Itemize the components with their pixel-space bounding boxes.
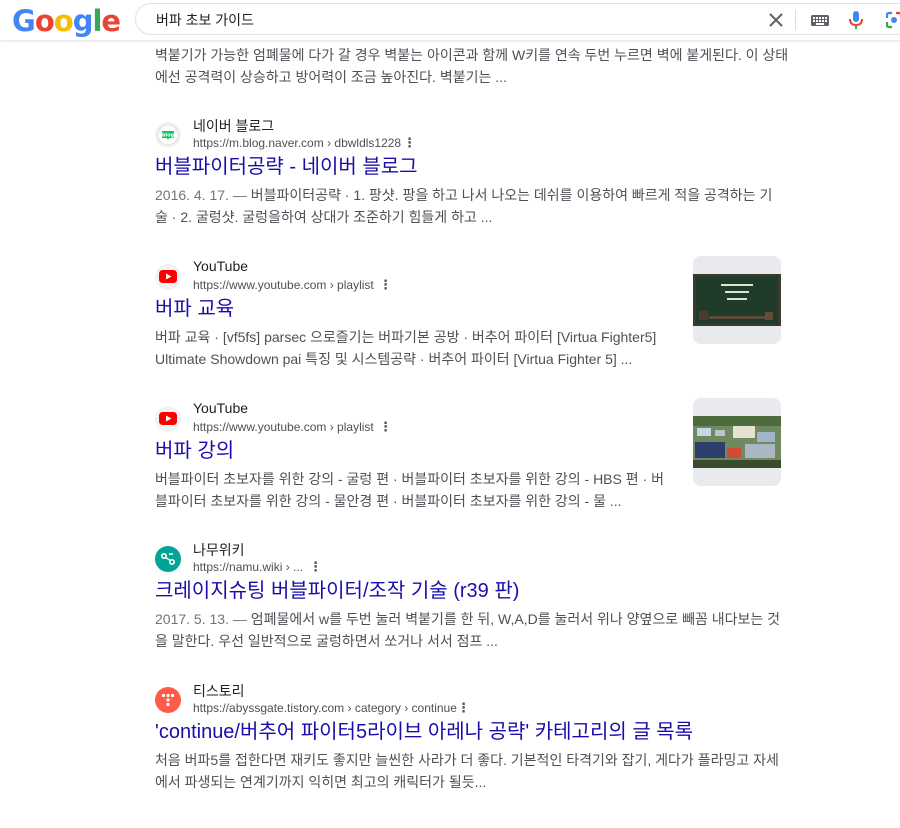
result-title[interactable]: 버파 강의 <box>155 438 234 464</box>
site-name[interactable]: YouTube <box>193 400 248 416</box>
result-date: 2016. 4. 17. — <box>155 187 251 203</box>
more-options-icon[interactable]: ⋮ <box>379 420 392 434</box>
logo-letter-g2: g <box>72 4 94 38</box>
site-url[interactable]: https://namu.wiki › ... <box>193 560 303 574</box>
logo-letter-o2: o <box>53 4 74 38</box>
google-logo[interactable]: Google <box>12 4 121 38</box>
lens-icon[interactable] <box>884 10 900 30</box>
search-divider <box>795 10 796 30</box>
logo-letter-o1: o <box>34 4 55 38</box>
result-date: 2017. 5. 13. — <box>155 611 251 627</box>
youtube-icon <box>155 264 181 290</box>
site-url[interactable]: https://www.youtube.com › playlist <box>193 420 374 434</box>
site-url[interactable]: https://www.youtube.com › playlist <box>193 278 374 292</box>
site-url[interactable]: https://m.blog.naver.com › dbwldls1228 <box>193 136 401 150</box>
search-result: blog 네이버 블로그 https://m.blog.naver.com › … <box>155 116 795 226</box>
search-input[interactable] <box>156 10 716 30</box>
result-title[interactable]: 버블파이터공략 - 네이버 블로그 <box>155 154 418 180</box>
video-thumbnail[interactable] <box>693 256 781 344</box>
result-title[interactable]: 크레이지슈팅 버블파이터/조작 기술 (r39 판) <box>155 578 519 604</box>
video-thumbnail[interactable] <box>693 398 781 486</box>
result-snippet: 처음 버파5를 접한다면 재키도 좋지만 늘씬한 사라가 더 좋다. 기본적인 … <box>155 752 779 790</box>
keyboard-icon[interactable] <box>810 10 830 30</box>
search-box <box>135 3 900 35</box>
result-title[interactable]: 'continue/버추어 파이터5라이브 아레나 공략' 카테고리의 글 목록 <box>155 719 693 745</box>
more-options-icon[interactable]: ⋮ <box>457 701 470 715</box>
more-options-icon[interactable]: ⋮ <box>403 136 416 150</box>
site-name[interactable]: YouTube <box>193 258 248 274</box>
more-options-icon[interactable]: ⋮ <box>379 278 392 292</box>
mic-icon[interactable] <box>846 10 866 30</box>
site-url[interactable]: https://abyssgate.tistory.com › category… <box>193 701 457 715</box>
namu-wiki-icon <box>155 546 181 572</box>
search-result: 티스토리 https://abyssgate.tistory.com › cat… <box>155 681 795 793</box>
logo-letter-g: G <box>12 4 36 38</box>
logo-letter-e: e <box>101 4 121 38</box>
youtube-icon <box>155 406 181 432</box>
more-options-icon[interactable]: ⋮ <box>309 560 322 574</box>
site-name[interactable]: 네이버 블로그 <box>193 116 274 136</box>
site-name[interactable]: 나무위키 <box>193 540 245 560</box>
result-snippet: 2017. 5. 13. — 엄폐물에서 w를 두번 눌러 벽붙기를 한 뒤, … <box>155 608 785 652</box>
result-snippet: 버블파이터 초보자를 위한 강의 - 굴렁 편 · 버블파이터 초보자를 위한 … <box>155 471 664 509</box>
top-snippet: 벽붙기가 가능한 엄폐물에 다가 갈 경우 벽붙는 아이콘과 함께 W키를 연속… <box>155 47 789 85</box>
search-result: 나무위키 https://namu.wiki › ... ⋮ 크레이지슈팅 버블… <box>155 540 795 650</box>
result-title[interactable]: 버파 교육 <box>155 296 234 322</box>
site-name[interactable]: 티스토리 <box>193 681 245 701</box>
logo-letter-l: l <box>92 4 102 38</box>
tistory-icon <box>155 687 181 713</box>
result-snippet: 버파 교육 · [vf5fs] parsec 으로즐기는 버파기본 공방 · 버… <box>155 329 657 367</box>
clear-icon[interactable] <box>766 10 786 30</box>
top-bar: Google <box>0 0 900 41</box>
naver-blog-icon: blog <box>155 122 181 148</box>
favicon-label: blog <box>162 133 175 139</box>
result-snippet: 2016. 4. 17. — 버블파이터공략 · 1. 팡샷. 팡을 하고 나서… <box>155 184 785 228</box>
